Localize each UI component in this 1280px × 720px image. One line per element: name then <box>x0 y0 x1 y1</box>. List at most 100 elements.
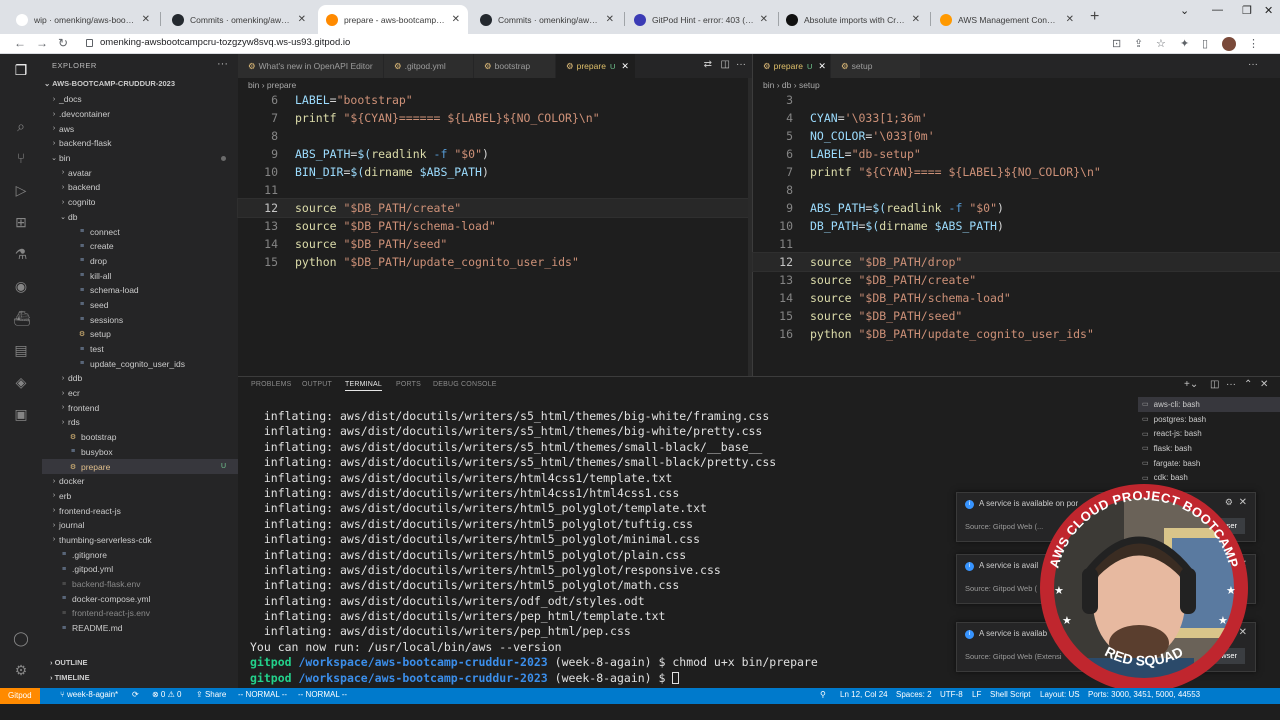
terminal-list-item[interactable]: ▭ postgres: bash <box>1138 412 1280 427</box>
panel-more-icon[interactable]: ··· <box>1226 379 1236 390</box>
code-text[interactable]: LABEL="bootstrap" <box>295 91 413 109</box>
tab-close-icon[interactable]: ✕ <box>760 14 768 25</box>
remote-explorer-icon[interactable]: ▣ <box>13 406 29 422</box>
terminal-prompt[interactable]: gitpod /workspace/aws-bootcamp-cruddur-2… <box>250 655 818 670</box>
outline-section[interactable]: › OUTLINE <box>42 658 238 667</box>
tab-close-icon[interactable]: ✕ <box>912 14 920 25</box>
split-terminal-icon[interactable]: ◫ <box>1210 379 1219 390</box>
editor-tab[interactable]: ⚙ prepare U ✕ <box>556 54 636 78</box>
tree-item[interactable]: › frontend <box>42 400 238 415</box>
browser-tab[interactable]: AWS Management Console ✕ <box>932 5 1082 34</box>
code-line[interactable]: 10 BIN_DIR=$(dirname $ABS_PATH) <box>238 163 752 181</box>
accounts-icon[interactable]: ◯ <box>13 630 29 646</box>
code-right[interactable]: 3 4 CYAN='\033[1;36m' 5 NO_COLOR='\033[0m' 6 L… <box>752 91 1280 343</box>
editor-tab[interactable]: ⚙ setup <box>831 54 921 78</box>
tree-item[interactable]: › ecr <box>42 386 238 401</box>
code-text[interactable]: printf "${CYAN}==== ${LABEL}${NO_COLOR}\… <box>810 163 1101 181</box>
code-text[interactable]: source "$DB_PATH/create" <box>295 199 461 217</box>
code-line[interactable]: 8 <box>238 127 752 145</box>
code-text[interactable]: python "$DB_PATH/update_cognito_user_ids… <box>810 325 1094 343</box>
tree-item[interactable]: › journal <box>42 518 238 533</box>
language-mode[interactable]: Shell Script <box>990 690 1030 699</box>
code-line[interactable]: 12 source "$DB_PATH/drop" <box>752 252 1280 272</box>
editor-tab[interactable]: ⚙ prepare U ✕ <box>753 54 831 78</box>
run-debug-icon[interactable]: ▷ <box>13 182 29 198</box>
code-line[interactable]: 5 NO_COLOR='\033[0m' <box>753 127 1280 145</box>
back-icon[interactable]: ← <box>14 36 26 50</box>
code-line[interactable]: 7 printf "${CYAN}====== ${LABEL}${NO_COLO… <box>238 109 752 127</box>
close-panel-icon[interactable]: ✕ <box>1260 379 1268 390</box>
code-line[interactable]: 8 <box>753 181 1280 199</box>
code-line[interactable]: 10 DB_PATH=$(dirname $ABS_PATH) <box>753 217 1280 235</box>
tab-search-icon[interactable]: ⌄ <box>1180 4 1189 17</box>
code-text[interactable]: source "$DB_PATH/seed" <box>295 235 447 253</box>
tree-item[interactable]: ≡ connect <box>42 224 238 239</box>
tree-item[interactable]: › cognito <box>42 195 238 210</box>
code-line[interactable]: 4 CYAN='\033[1;36m' <box>753 109 1280 127</box>
timeline-section[interactable]: › TIMELINE <box>42 673 238 682</box>
browser-tab[interactable]: Commits · omenking/aws-bootcamp ✕ <box>472 5 622 34</box>
share-icon[interactable]: ⇪ <box>1134 37 1143 50</box>
database-icon[interactable]: ▤ <box>13 342 29 358</box>
explorer-icon[interactable]: ❐ <box>13 62 29 78</box>
tree-item[interactable]: ≡ README.md <box>42 621 238 636</box>
browser-tab[interactable]: Commits · omenking/aws-bootcamp ✕ <box>164 5 314 34</box>
tree-item[interactable]: › erb <box>42 489 238 504</box>
problems-indicator[interactable]: ⊗ 0 ⚠ 0 <box>152 690 181 699</box>
forward-icon[interactable]: → <box>36 36 48 50</box>
gitpod-remote-button[interactable]: Gitpod <box>0 688 40 704</box>
tree-item[interactable]: › _docs <box>42 92 238 107</box>
code-text[interactable]: LABEL="db-setup" <box>810 145 921 163</box>
tree-item[interactable]: ⌄ db <box>42 210 238 225</box>
cursor-position[interactable]: Ln 12, Col 24 <box>840 690 888 699</box>
code-text[interactable]: source "$DB_PATH/seed" <box>810 307 962 325</box>
browser-tab[interactable]: prepare - aws-bootcamp-cruddur ✕ <box>318 5 468 34</box>
explorer-more-icon[interactable]: ··· <box>217 58 228 70</box>
maximize-panel-icon[interactable]: ⌃ <box>1244 379 1252 390</box>
tree-item[interactable]: ≡ backend-flask.env <box>42 577 238 592</box>
reload-icon[interactable]: ↻ <box>58 36 68 50</box>
tree-item[interactable]: ≡ schema-load <box>42 283 238 298</box>
indentation[interactable]: Spaces: 2 <box>896 690 932 699</box>
code-line[interactable]: 13 source "$DB_PATH/create" <box>753 271 1280 289</box>
tree-item[interactable]: ≡ docker-compose.yml <box>42 591 238 606</box>
tab-close-icon[interactable]: ✕ <box>606 14 614 25</box>
code-text[interactable]: BIN_DIR=$(dirname $ABS_PATH) <box>295 163 489 181</box>
tree-item[interactable]: ≡ create <box>42 239 238 254</box>
tree-item[interactable]: ≡ kill-all <box>42 268 238 283</box>
close-tab-icon[interactable]: ✕ <box>818 61 826 72</box>
tree-item[interactable]: › frontend-react-js <box>42 503 238 518</box>
open-changes-icon[interactable]: ⇄ <box>704 59 712 70</box>
code-line[interactable]: 9 ABS_PATH=$(readlink -f "$0") <box>238 145 752 163</box>
code-line[interactable]: 7 printf "${CYAN}==== ${LABEL}${NO_COLOR}… <box>753 163 1280 181</box>
tree-item[interactable]: › backend <box>42 180 238 195</box>
tree-item[interactable]: ⌄ bin <box>42 151 238 166</box>
code-line[interactable]: 6 LABEL="db-setup" <box>753 145 1280 163</box>
code-text[interactable]: source "$DB_PATH/drop" <box>810 253 962 271</box>
tree-item[interactable]: ≡ sessions <box>42 312 238 327</box>
browser-tab[interactable]: wip · omenking/aws-bootcamp ✕ <box>8 5 158 34</box>
tree-item[interactable]: ≡ update_cognito_user_ids <box>42 356 238 371</box>
docker-icon[interactable]: ⛴ <box>13 310 31 326</box>
tree-item[interactable]: ≡ .gitignore <box>42 547 238 562</box>
tree-item[interactable]: ≡ seed <box>42 298 238 313</box>
code-text[interactable]: ABS_PATH=$(readlink -f "$0") <box>810 199 1004 217</box>
panel-tab-terminal[interactable]: TERMINAL <box>345 381 382 391</box>
tree-item[interactable]: ≡ drop <box>42 254 238 269</box>
tab-close-icon[interactable]: ✕ <box>142 14 150 25</box>
code-line[interactable]: 14 source "$DB_PATH/seed" <box>238 235 752 253</box>
browser-tab[interactable]: GitPod Hint - error: 403 (Permi ✕ <box>626 5 776 34</box>
code-text[interactable]: DB_PATH=$(dirname $ABS_PATH) <box>810 217 1004 235</box>
profile-avatar[interactable] <box>1222 37 1236 51</box>
editor-tab[interactable]: ⚙ .gitpod.yml <box>384 54 474 78</box>
tree-item[interactable]: ≡ .gitpod.yml <box>42 562 238 577</box>
close-window-icon[interactable]: ✕ <box>1264 4 1273 17</box>
sidepanel-icon[interactable]: ▯ <box>1202 37 1208 50</box>
tab-close-icon[interactable]: ✕ <box>298 14 306 25</box>
code-text[interactable]: python "$DB_PATH/update_cognito_user_ids… <box>295 253 579 271</box>
editor-tab[interactable]: ⚙ bootstrap <box>474 54 556 78</box>
code-line[interactable]: 14 source "$DB_PATH/schema-load" <box>753 289 1280 307</box>
terminal-list-item[interactable]: ▭ flask: bash <box>1138 441 1280 456</box>
code-left[interactable]: 6 LABEL="bootstrap" 7 printf "${CYAN}======… <box>237 91 753 271</box>
tree-item[interactable]: › docker <box>42 474 238 489</box>
